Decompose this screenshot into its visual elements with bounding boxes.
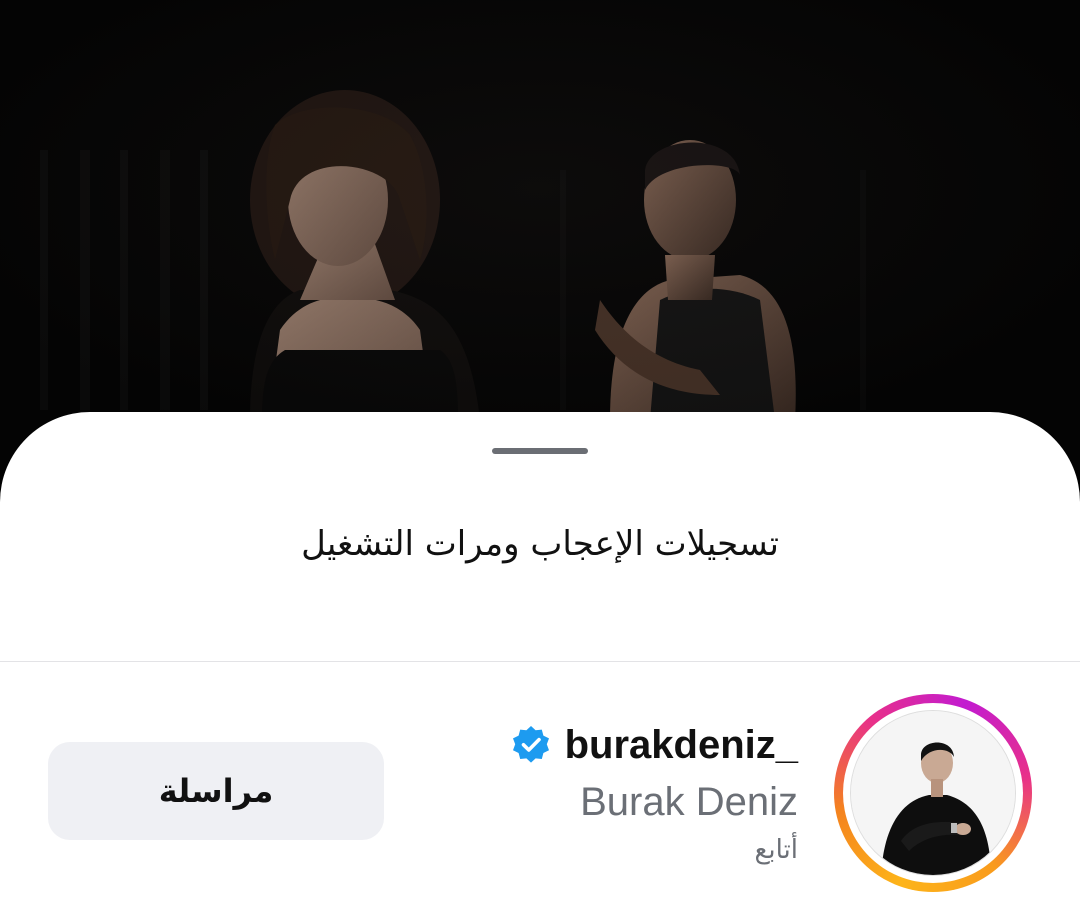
message-button[interactable]: مراسلة xyxy=(48,742,384,840)
verified-badge-icon xyxy=(512,726,549,763)
profile-info[interactable]: burakdeniz_ Burak Deniz أتابع xyxy=(378,720,798,870)
sheet-divider xyxy=(0,661,1080,662)
reel-video-background xyxy=(0,0,1080,470)
sheet-drag-handle[interactable] xyxy=(492,448,588,454)
profile-full-name: Burak Deniz xyxy=(580,780,798,824)
username-row: burakdeniz_ xyxy=(378,720,798,770)
profile-avatar[interactable] xyxy=(850,710,1016,876)
sheet-title: تسجيلات الإعجاب ومرات التشغيل xyxy=(301,524,779,564)
profile-username[interactable]: burakdeniz_ xyxy=(565,723,798,768)
follow-status-label: أتابع xyxy=(754,835,798,865)
video-frame-image xyxy=(0,0,1080,470)
liked-by-screen: تسجيلات الإعجاب ومرات التشغيل مراسلة bur… xyxy=(0,0,1080,920)
liked-by-bottom-sheet: تسجيلات الإعجاب ومرات التشغيل مراسلة bur… xyxy=(0,412,1080,920)
avatar-photo xyxy=(851,711,1015,875)
story-ring[interactable] xyxy=(834,694,1032,892)
